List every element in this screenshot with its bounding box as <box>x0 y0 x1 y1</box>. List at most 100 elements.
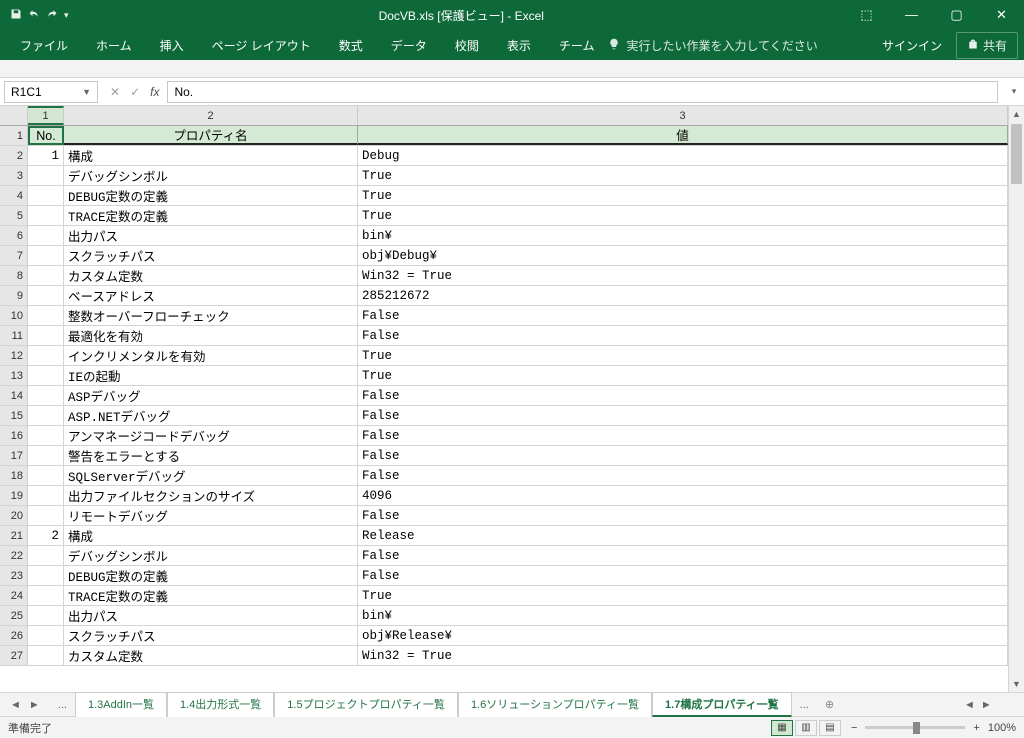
save-icon[interactable] <box>10 8 22 23</box>
row-header[interactable]: 11 <box>0 326 28 345</box>
tab-home[interactable]: ホーム <box>82 30 146 60</box>
row-header[interactable]: 25 <box>0 606 28 625</box>
row-header[interactable]: 10 <box>0 306 28 325</box>
row-header[interactable]: 17 <box>0 446 28 465</box>
cell[interactable]: True <box>358 166 1008 185</box>
cell[interactable] <box>28 426 64 445</box>
cell[interactable] <box>28 386 64 405</box>
cell[interactable]: False <box>358 406 1008 425</box>
cell[interactable]: True <box>358 186 1008 205</box>
select-all-corner[interactable] <box>0 106 28 125</box>
formula-expand-icon[interactable]: ▾ <box>1004 86 1024 97</box>
sheet-tab[interactable]: 1.5プロジェクトプロパティ一覧 <box>274 692 458 717</box>
cell[interactable]: Win32 = True <box>358 646 1008 665</box>
sheet-tab[interactable]: 1.6ソリューションプロパティ一覧 <box>458 692 652 717</box>
view-page-break-icon[interactable]: ▤ <box>819 720 841 736</box>
row-header[interactable]: 9 <box>0 286 28 305</box>
cell[interactable]: False <box>358 566 1008 585</box>
undo-icon[interactable] <box>28 8 40 23</box>
close-icon[interactable]: ✕ <box>979 0 1024 30</box>
cell[interactable]: False <box>358 386 1008 405</box>
column-header[interactable]: 3 <box>358 106 1008 125</box>
scroll-down-icon[interactable]: ▼ <box>1009 676 1024 692</box>
tell-me-search[interactable]: 実行したい作業を入力してください <box>608 37 817 54</box>
cell[interactable]: False <box>358 446 1008 465</box>
vertical-scrollbar[interactable]: ▲ ▼ <box>1008 106 1024 692</box>
hscroll-right-icon[interactable]: ► <box>981 699 992 711</box>
row-header[interactable]: 8 <box>0 266 28 285</box>
maximize-icon[interactable]: ▢ <box>934 0 979 30</box>
cell[interactable] <box>28 166 64 185</box>
row-header[interactable]: 16 <box>0 426 28 445</box>
row-header[interactable]: 4 <box>0 186 28 205</box>
row-header[interactable]: 24 <box>0 586 28 605</box>
cell[interactable] <box>28 566 64 585</box>
cell[interactable]: ベースアドレス <box>64 286 358 305</box>
cell[interactable]: True <box>358 366 1008 385</box>
qat-customize-icon[interactable]: ▾ <box>64 10 69 21</box>
cell[interactable]: False <box>358 546 1008 565</box>
row-header[interactable]: 5 <box>0 206 28 225</box>
view-normal-icon[interactable]: ▦ <box>771 720 793 736</box>
cell[interactable]: 4096 <box>358 486 1008 505</box>
cell[interactable]: デバッグシンボル <box>64 546 358 565</box>
cell[interactable]: Debug <box>358 146 1008 165</box>
cell[interactable] <box>28 486 64 505</box>
cell[interactable] <box>28 346 64 365</box>
cell[interactable]: インクリメンタルを有効 <box>64 346 358 365</box>
cell[interactable] <box>28 466 64 485</box>
cell[interactable]: True <box>358 586 1008 605</box>
sheets-more-prev[interactable]: ... <box>50 699 75 711</box>
zoom-in-icon[interactable]: + <box>973 722 979 734</box>
row-header[interactable]: 20 <box>0 506 28 525</box>
sheet-nav-prev-icon[interactable]: ◄ <box>10 699 21 711</box>
name-box-dropdown-icon[interactable]: ▼ <box>82 87 91 97</box>
cell[interactable]: True <box>358 346 1008 365</box>
row-header[interactable]: 14 <box>0 386 28 405</box>
cell[interactable] <box>28 326 64 345</box>
cell[interactable] <box>28 266 64 285</box>
ribbon-display-options-icon[interactable]: ⬚ <box>844 0 889 30</box>
row-header[interactable]: 27 <box>0 646 28 665</box>
cell[interactable]: TRACE定数の定義 <box>64 586 358 605</box>
tab-layout[interactable]: ページ レイアウト <box>198 30 325 60</box>
cell[interactable]: True <box>358 206 1008 225</box>
cell[interactable]: 出力パス <box>64 606 358 625</box>
cell[interactable]: IEの起動 <box>64 366 358 385</box>
zoom-slider[interactable] <box>865 726 965 729</box>
cell[interactable]: 最適化を有効 <box>64 326 358 345</box>
column-header[interactable]: 1 <box>28 106 64 125</box>
row-header[interactable]: 2 <box>0 146 28 165</box>
cell[interactable] <box>28 646 64 665</box>
cell[interactable] <box>28 306 64 325</box>
cell[interactable]: DEBUG定数の定義 <box>64 186 358 205</box>
cell[interactable] <box>28 226 64 245</box>
cell[interactable]: False <box>358 306 1008 325</box>
cell[interactable]: False <box>358 506 1008 525</box>
horizontal-scrollbar[interactable]: ◄ ► <box>964 699 1024 711</box>
cell[interactable] <box>28 206 64 225</box>
sheets-more-next[interactable]: ... <box>792 699 817 711</box>
view-page-layout-icon[interactable]: ▥ <box>795 720 817 736</box>
sheet-tab[interactable]: 1.3AddIn一覧 <box>75 692 167 717</box>
cell[interactable]: アンマネージコードデバッグ <box>64 426 358 445</box>
minimize-icon[interactable]: — <box>889 0 934 30</box>
cell[interactable]: ASPデバッグ <box>64 386 358 405</box>
cell[interactable]: No. <box>28 126 64 145</box>
row-header[interactable]: 6 <box>0 226 28 245</box>
cell[interactable]: 構成 <box>64 526 358 545</box>
cell[interactable]: False <box>358 466 1008 485</box>
row-header[interactable]: 7 <box>0 246 28 265</box>
enter-icon[interactable]: ✓ <box>130 85 140 99</box>
new-sheet-button[interactable]: ⊕ <box>817 698 842 711</box>
sheet-nav-next-icon[interactable]: ► <box>29 699 40 711</box>
tab-review[interactable]: 校閲 <box>441 30 493 60</box>
cell[interactable]: Release <box>358 526 1008 545</box>
cell[interactable]: 2 <box>28 526 64 545</box>
cell[interactable] <box>28 366 64 385</box>
cell[interactable]: DEBUG定数の定義 <box>64 566 358 585</box>
cell[interactable]: 値 <box>358 126 1008 145</box>
cell[interactable] <box>28 286 64 305</box>
row-header[interactable]: 15 <box>0 406 28 425</box>
cell[interactable]: 出力パス <box>64 226 358 245</box>
